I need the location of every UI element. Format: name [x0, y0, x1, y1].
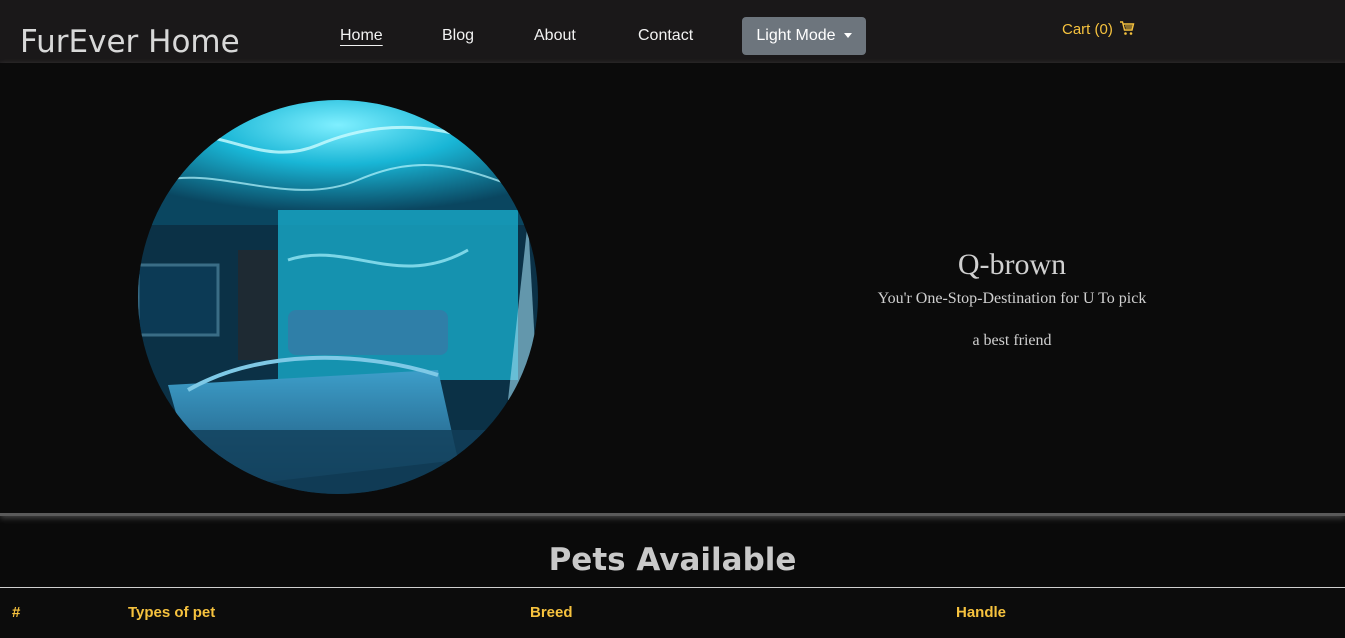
column-header-number: #: [12, 604, 21, 621]
brand-logo[interactable]: FurEver Home: [20, 24, 240, 60]
column-header-type: Types of pet: [128, 604, 216, 621]
column-header-breed: Breed: [530, 604, 573, 621]
hero-text: Q-brown You'r One-Stop-Destination for U…: [812, 243, 1212, 351]
hero-tagline-line2: a best friend: [972, 332, 1052, 349]
pets-available-heading: Pets Available: [548, 542, 797, 578]
bedroom-photo: [138, 100, 538, 494]
nav-about-link[interactable]: About: [534, 26, 576, 46]
cart-label: Cart (0): [1062, 21, 1113, 38]
cart-link[interactable]: Cart (0): [1062, 21, 1135, 39]
hero-section: Q-brown You'r One-Stop-Destination for U…: [0, 63, 1345, 516]
navbar: FurEver Home Home Blog About Contact Lig…: [0, 0, 1345, 65]
shopping-cart-icon: [1120, 21, 1135, 35]
hero-title: Q-brown: [957, 248, 1067, 281]
light-mode-dropdown-button[interactable]: Light Mode: [742, 17, 866, 55]
nav-contact-link[interactable]: Contact: [638, 26, 693, 46]
column-header-handle: Handle: [956, 604, 1007, 621]
caret-down-icon: [843, 33, 852, 39]
nav-home-link[interactable]: Home: [340, 26, 383, 46]
pets-table-header: # Types of pet Breed Handle: [0, 587, 1345, 638]
light-mode-label: Light Mode: [756, 27, 836, 44]
hero-tagline-line1: You'r One-Stop-Destination for U To pick: [877, 290, 1147, 307]
nav-blog-link[interactable]: Blog: [442, 26, 474, 46]
